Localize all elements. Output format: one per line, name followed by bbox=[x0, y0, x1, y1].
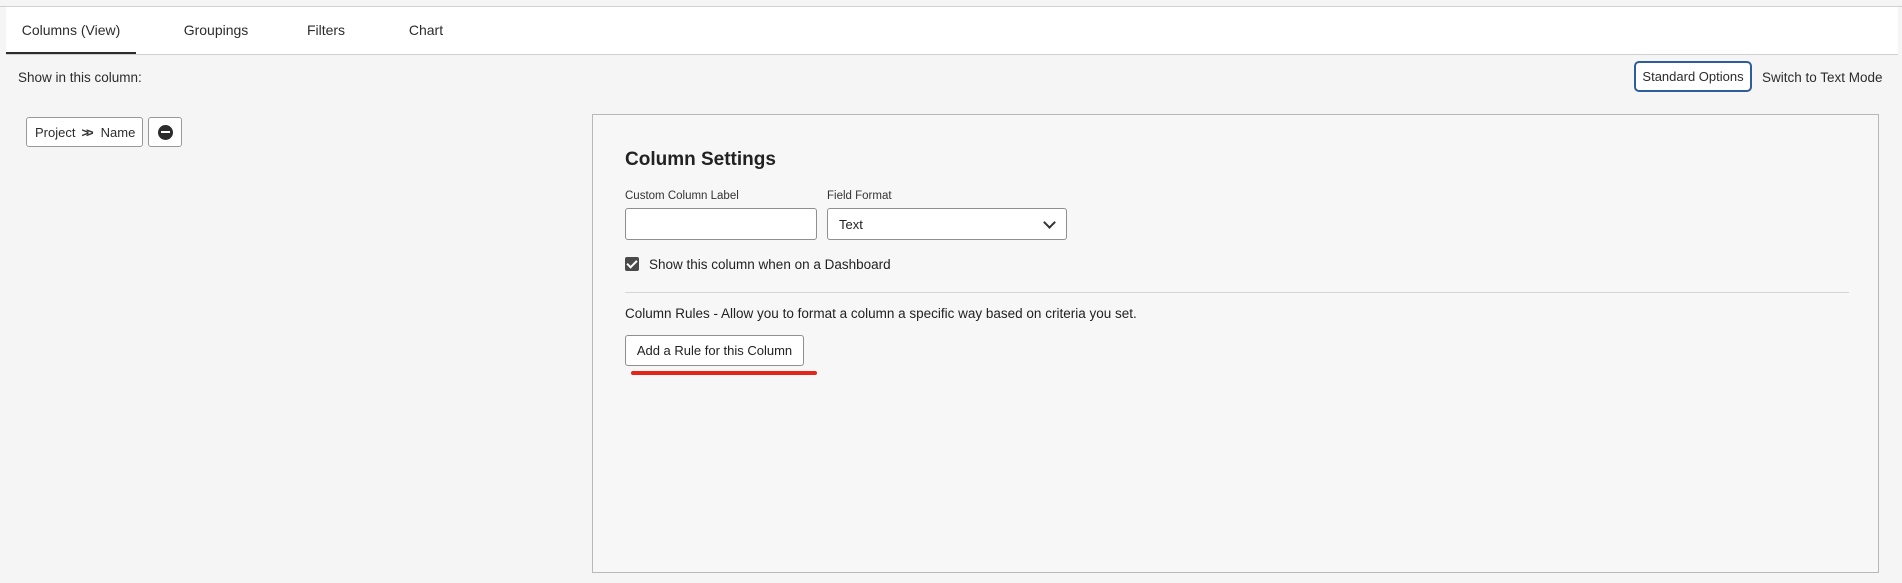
field-object-label: Project bbox=[35, 124, 76, 140]
divider bbox=[625, 292, 1849, 293]
chevron-down-icon bbox=[1043, 216, 1056, 229]
tab-bar: Columns (View) Groupings Filters Chart bbox=[6, 7, 1898, 55]
tab-columns-view[interactable]: Columns (View) bbox=[6, 7, 136, 54]
field-name-label: Name bbox=[100, 124, 136, 140]
dashboard-checkbox[interactable] bbox=[625, 257, 639, 271]
add-rule-button[interactable]: Add a Rule for this Column bbox=[625, 335, 804, 366]
field-format-select[interactable]: Text bbox=[827, 208, 1067, 240]
dashboard-checkbox-label[interactable]: Show this column when on a Dashboard bbox=[649, 257, 891, 272]
custom-column-label-input[interactable] bbox=[625, 208, 817, 240]
column-settings-title: Column Settings bbox=[625, 149, 776, 170]
column-rules-description: Column Rules - Allow you to format a col… bbox=[625, 306, 1137, 321]
remove-field-button[interactable] bbox=[148, 117, 182, 147]
tab-filters[interactable]: Filters bbox=[286, 7, 366, 54]
tab-chart[interactable]: Chart bbox=[376, 7, 476, 54]
minus-circle-icon bbox=[157, 124, 173, 140]
double-chevron-right-icon: >> bbox=[81, 124, 93, 140]
field-format-label: Field Format bbox=[827, 190, 892, 202]
highlight-underline bbox=[631, 371, 817, 375]
field-format-value: Text bbox=[839, 216, 863, 232]
custom-column-label-label: Custom Column Label bbox=[625, 190, 739, 202]
tab-groupings[interactable]: Groupings bbox=[156, 7, 276, 54]
column-settings-panel: Column Settings Custom Column Label Fiel… bbox=[592, 114, 1879, 573]
field-path-pill[interactable]: Project >> Name bbox=[26, 117, 143, 147]
standard-options-button[interactable]: Standard Options bbox=[1634, 61, 1752, 92]
show-in-column-label: Show in this column: bbox=[18, 70, 142, 85]
switch-to-text-mode-link[interactable]: Switch to Text Mode bbox=[1762, 70, 1883, 85]
